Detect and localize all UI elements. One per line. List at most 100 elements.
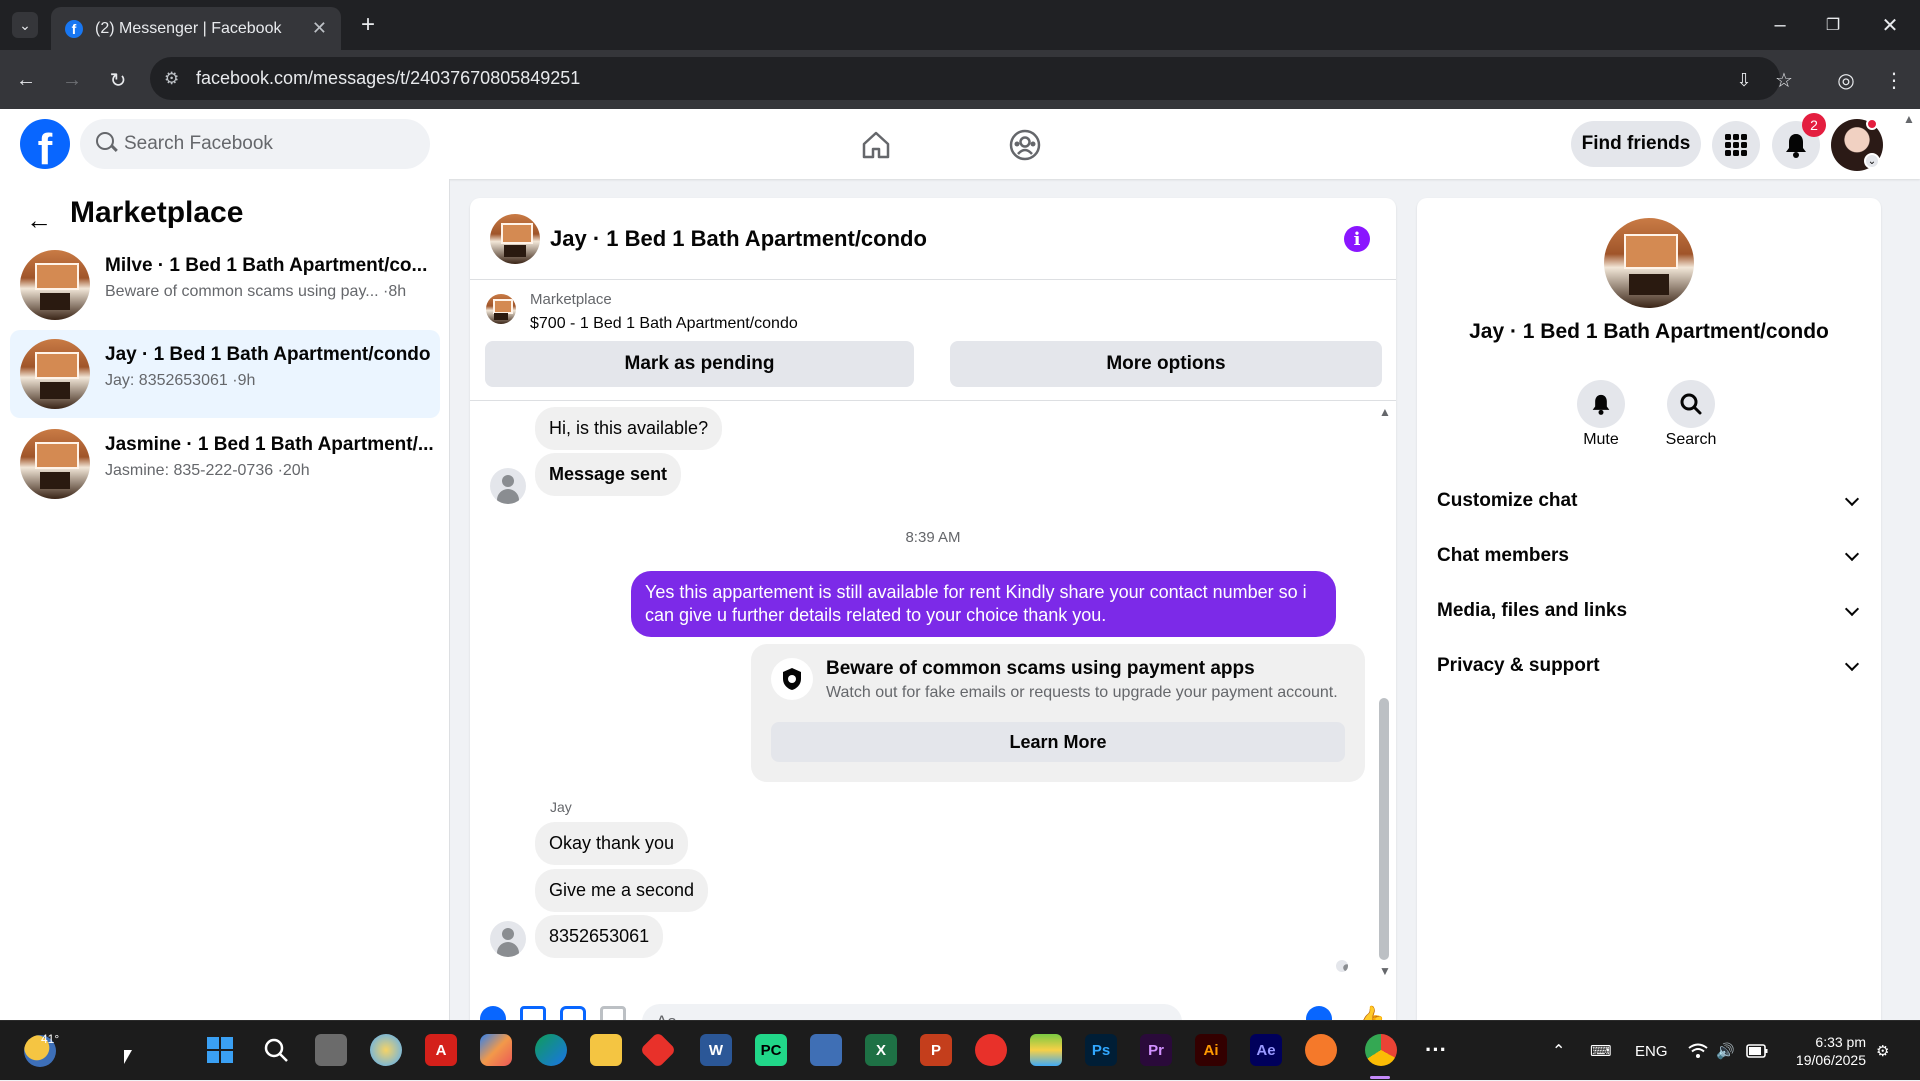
notifications-center-icon[interactable]: ⚙	[1876, 1021, 1889, 1081]
privacy-support-row[interactable]: Privacy & support	[1437, 646, 1863, 686]
mute-button[interactable]	[1577, 380, 1625, 428]
message-input[interactable]: Aa	[642, 1004, 1182, 1020]
wifi-icon[interactable]	[1688, 1021, 1708, 1081]
listing-price[interactable]: $700 - 1 Bed 1 Bath Apartment/condo	[530, 315, 798, 333]
conversation-name: Jay · 1 Bed 1 Bath Apartment/condo	[105, 344, 431, 365]
scam-warning-card: Beware of common scams using payment app…	[751, 644, 1365, 782]
file-explorer-icon[interactable]	[590, 1034, 622, 1066]
mouse-cursor-icon	[124, 1050, 132, 1064]
listing-photo[interactable]	[1604, 218, 1694, 308]
like-thumb-icon[interactable]: 👍	[1354, 1004, 1386, 1020]
info-icon[interactable]: i	[1344, 226, 1370, 252]
taskbar-search-icon[interactable]	[260, 1034, 292, 1066]
chat-header: Jay · 1 Bed 1 Bath Apartment/condo i	[470, 198, 1396, 280]
back-icon[interactable]: ←	[12, 66, 40, 94]
minimize-icon[interactable]: –	[1765, 10, 1795, 40]
install-app-icon[interactable]: ⇩	[1730, 66, 1758, 94]
after-effects-icon[interactable]: Ae	[1250, 1034, 1282, 1066]
word-icon[interactable]: W	[700, 1034, 732, 1066]
tray-overflow-icon[interactable]: ⌃	[1552, 1021, 1565, 1081]
edge-icon[interactable]	[535, 1034, 567, 1066]
scroll-up-icon[interactable]: ▲	[1379, 405, 1391, 419]
reload-icon[interactable]: ↻	[104, 66, 132, 94]
site-info-icon[interactable]: ⚙	[164, 69, 179, 89]
blender-icon[interactable]	[1305, 1034, 1337, 1066]
home-icon[interactable]	[854, 123, 898, 167]
browser-tab[interactable]: f (2) Messenger | Facebook ✕	[51, 7, 341, 50]
menu-kebab-icon[interactable]: ⋮	[1880, 66, 1908, 94]
search-label: Search	[1665, 431, 1717, 448]
profile-icon[interactable]: ◎	[1832, 66, 1860, 94]
volume-icon[interactable]: 🔊	[1716, 1021, 1735, 1081]
bluestacks-icon[interactable]	[1030, 1034, 1062, 1066]
conversation-name: Jasmine · 1 Bed 1 Bath Apartment/...	[105, 434, 434, 455]
mark-as-pending-button[interactable]: Mark as pending	[485, 341, 914, 387]
restore-icon[interactable]: ❐	[1818, 10, 1848, 40]
anydesk-icon[interactable]	[639, 1031, 677, 1069]
close-window-icon[interactable]: ✕	[1875, 10, 1905, 40]
acrobat-icon[interactable]: A	[425, 1034, 457, 1066]
more-actions-icon[interactable]	[480, 1006, 506, 1020]
conversation-item-active[interactable]: Jay · 1 Bed 1 Bath Apartment/condo Jay: …	[10, 330, 440, 418]
clock-date: 19/06/2025	[1795, 1052, 1866, 1068]
chat-listing-thumbnail[interactable]	[490, 214, 540, 264]
page-scroll-up-icon[interactable]: ▲	[1903, 112, 1915, 126]
screen-recorder-icon[interactable]	[975, 1034, 1007, 1066]
message-bubble: Message sent	[535, 453, 682, 496]
battery-icon[interactable]	[1746, 1021, 1768, 1081]
conversation-snippet: Beware of common scams using pay... ·8h	[105, 283, 407, 300]
media-files-links-row[interactable]: Media, files and links	[1437, 591, 1863, 631]
illustrator-icon[interactable]: Ai	[1195, 1034, 1227, 1066]
conversation-item[interactable]: Milve · 1 Bed 1 Bath Apartment/co... Bew…	[10, 241, 440, 329]
outgoing-message-bubble: Yes this appartement is still available …	[631, 571, 1336, 637]
tab-search-icon[interactable]: ⌄	[12, 12, 38, 38]
pycharm-icon[interactable]: PC	[755, 1034, 787, 1066]
marketplace-listing-icon	[486, 294, 516, 324]
url-text: facebook.com/messages/t/2403767080584925…	[196, 68, 581, 88]
more-apps-icon[interactable]: ···	[1420, 1034, 1452, 1066]
excel-icon[interactable]: X	[865, 1034, 897, 1066]
more-options-button[interactable]: More options	[950, 341, 1382, 387]
account-chevron-icon[interactable]: ⌄	[1864, 153, 1880, 169]
conversation-item[interactable]: Jasmine · 1 Bed 1 Bath Apartment/... Jas…	[10, 420, 440, 508]
conversation-name: Milve · 1 Bed 1 Bath Apartment/co...	[105, 255, 428, 276]
sticker-icon[interactable]	[560, 1006, 586, 1020]
learn-more-button[interactable]: Learn More	[771, 722, 1345, 762]
powerpoint-icon[interactable]: P	[920, 1034, 952, 1066]
back-arrow-icon[interactable]: ←	[26, 205, 52, 236]
find-friends-button[interactable]: Find friends	[1571, 121, 1701, 167]
clock[interactable]: 6:33 pm 19/06/2025	[1786, 1021, 1866, 1081]
search-in-conversation-button[interactable]	[1667, 380, 1715, 428]
forward-icon[interactable]: →	[58, 66, 86, 94]
windows-start-icon[interactable]	[204, 1034, 236, 1066]
customize-chat-row[interactable]: Customize chat	[1437, 481, 1863, 521]
keyboard-icon[interactable]: ⌨	[1590, 1021, 1612, 1081]
copilot-icon[interactable]	[480, 1034, 512, 1066]
chevron-down-icon	[1844, 656, 1860, 671]
gif-icon[interactable]	[600, 1006, 626, 1020]
new-tab-icon[interactable]: +	[355, 11, 381, 38]
tab-close-icon[interactable]: ✕	[312, 18, 327, 39]
menu-grid-icon[interactable]	[1712, 121, 1760, 169]
chat-scrollbar[interactable]	[1379, 698, 1389, 960]
chat-members-row[interactable]: Chat members	[1437, 536, 1863, 576]
photo-icon[interactable]	[520, 1006, 546, 1020]
chat-title[interactable]: Jay · 1 Bed 1 Bath Apartment/condo	[550, 226, 927, 252]
paint-icon[interactable]	[370, 1034, 402, 1066]
notepad-icon[interactable]	[810, 1034, 842, 1066]
emoji-icon[interactable]	[1306, 1006, 1332, 1020]
chrome-icon[interactable]	[1365, 1034, 1397, 1066]
chat-window: Jay · 1 Bed 1 Bath Apartment/condo i Mar…	[470, 198, 1396, 1020]
groups-icon[interactable]	[1003, 123, 1047, 167]
scroll-down-icon[interactable]: ▼	[1379, 964, 1391, 978]
address-bar[interactable]: facebook.com/messages/t/2403767080584925…	[150, 57, 1780, 100]
task-view-icon[interactable]	[315, 1034, 347, 1066]
sender-avatar	[490, 921, 526, 957]
facebook-logo-icon[interactable]: f	[20, 119, 70, 169]
premiere-icon[interactable]: Pr	[1140, 1034, 1172, 1066]
photoshop-icon[interactable]: Ps	[1085, 1034, 1117, 1066]
facebook-search-input[interactable]: Search Facebook	[80, 119, 430, 169]
language-indicator[interactable]: ENG	[1635, 1021, 1668, 1081]
bookmark-star-icon[interactable]: ☆	[1770, 66, 1798, 94]
shield-icon	[771, 658, 813, 700]
